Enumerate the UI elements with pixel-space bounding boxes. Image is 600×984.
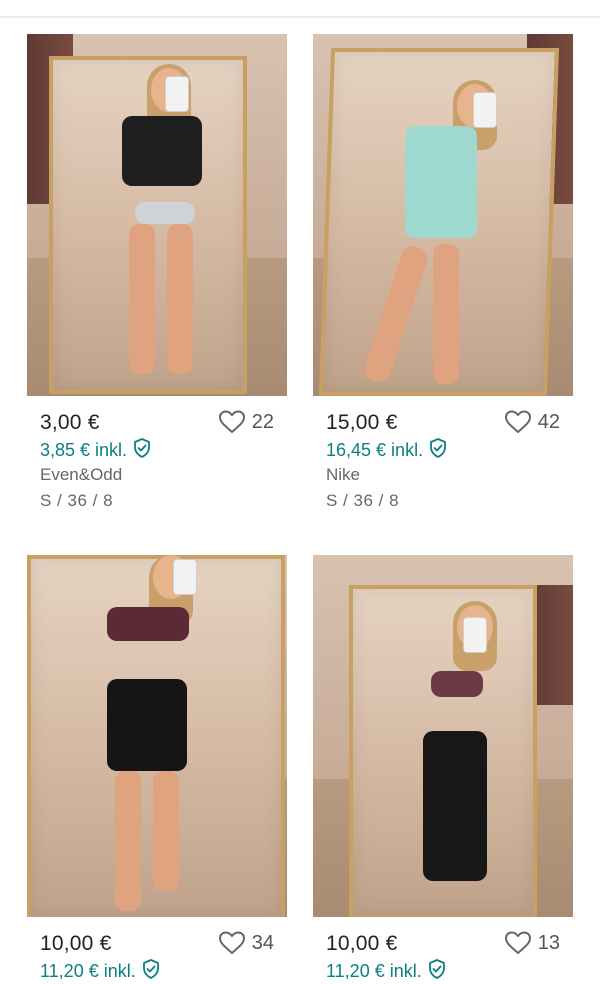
shield-check-icon xyxy=(429,438,447,463)
favorite-button[interactable]: 13 xyxy=(504,931,560,955)
item-price: 15,00 € xyxy=(326,411,398,434)
favorite-count: 22 xyxy=(251,410,274,433)
favorite-count: 13 xyxy=(537,931,560,954)
favorite-button[interactable]: 42 xyxy=(504,410,560,434)
item-card[interactable]: 10,00 € 34 11,20 € inkl. xyxy=(27,555,287,981)
bottom-garment xyxy=(423,731,487,881)
item-photo[interactable] xyxy=(27,555,287,917)
price-incl-protection[interactable]: 11,20 € inkl. xyxy=(326,959,446,984)
shield-check-icon xyxy=(133,438,151,463)
shield-check-icon xyxy=(428,959,446,984)
price-incl-protection[interactable]: 3,85 € inkl. xyxy=(40,438,151,463)
item-card[interactable]: 15,00 € 42 16,45 € inkl. Nike S / 36 / 8 xyxy=(313,34,573,514)
item-photo[interactable] xyxy=(313,34,573,396)
bottom-garment xyxy=(107,679,187,771)
favorite-button[interactable]: 34 xyxy=(218,931,274,955)
price-incl-label: 3,85 € inkl. xyxy=(40,440,128,460)
heart-outline-icon xyxy=(218,410,246,434)
item-price: 10,00 € xyxy=(326,932,398,955)
item-photo[interactable] xyxy=(27,34,287,396)
heart-outline-icon xyxy=(218,931,246,955)
top-garment xyxy=(107,607,189,641)
shield-check-icon xyxy=(142,959,160,984)
bottom-garment xyxy=(135,202,195,224)
item-grid: 3,00 € 22 3,85 € inkl. Even&Odd S / 36 /… xyxy=(0,0,600,981)
item-photo[interactable] xyxy=(313,555,573,917)
item-brand: Even&Odd xyxy=(40,465,123,484)
heart-outline-icon xyxy=(504,931,532,955)
item-brand: Nike xyxy=(326,465,361,484)
item-card[interactable]: 10,00 € 13 11,20 € inkl. xyxy=(313,555,573,981)
favorite-count: 42 xyxy=(537,410,560,433)
favorite-button[interactable]: 22 xyxy=(218,410,274,434)
item-size: S / 36 / 8 xyxy=(40,491,114,510)
favorite-count: 34 xyxy=(251,931,274,954)
top-garment xyxy=(405,126,477,238)
heart-outline-icon xyxy=(504,410,532,434)
price-incl-label: 16,45 € inkl. xyxy=(326,440,424,460)
item-price: 3,00 € xyxy=(40,411,100,434)
item-size: S / 36 / 8 xyxy=(326,491,400,510)
item-price: 10,00 € xyxy=(40,932,112,955)
price-incl-protection[interactable]: 16,45 € inkl. xyxy=(326,438,447,463)
top-garment xyxy=(431,671,483,697)
top-garment xyxy=(122,116,202,186)
item-card[interactable]: 3,00 € 22 3,85 € inkl. Even&Odd S / 36 /… xyxy=(27,34,287,514)
price-incl-protection[interactable]: 11,20 € inkl. xyxy=(40,959,160,984)
